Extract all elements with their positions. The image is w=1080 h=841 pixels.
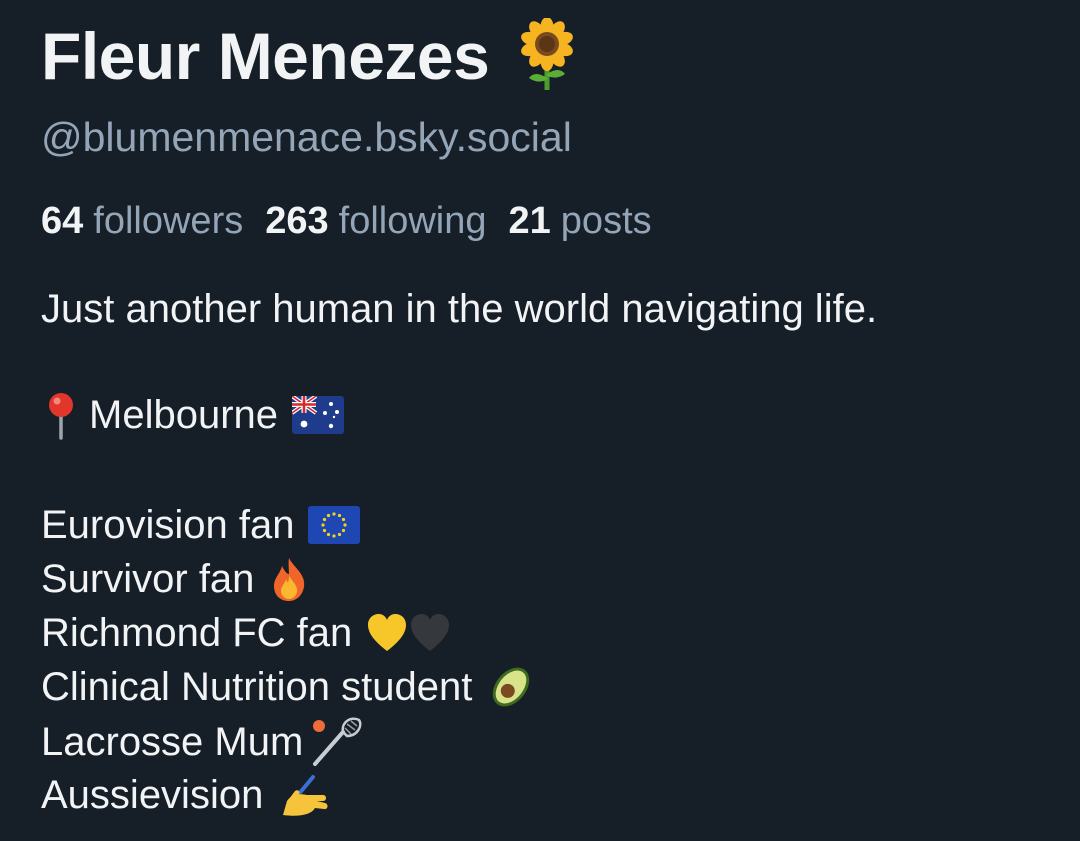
avocado-icon bbox=[486, 663, 536, 711]
round-pushpin-icon bbox=[41, 390, 81, 440]
interest-text: Lacrosse Mum bbox=[41, 720, 304, 764]
bio-interest-2: Survivor fan bbox=[41, 554, 310, 604]
eu-flag-icon bbox=[308, 506, 361, 544]
followers-label: followers bbox=[93, 200, 244, 242]
interest-text: Eurovision fan bbox=[41, 503, 295, 547]
display-name: Fleur Menezes bbox=[41, 19, 490, 93]
interest-text: Clinical Nutrition student bbox=[41, 665, 473, 709]
bio-interest-4: Clinical Nutrition student bbox=[41, 662, 536, 712]
followers-count: 64 bbox=[41, 200, 84, 242]
yellow-heart-black-heart-icon bbox=[366, 611, 452, 655]
australia-flag-icon bbox=[292, 396, 345, 434]
posts-stat: 21 posts bbox=[509, 196, 652, 246]
bio-interest-1: Eurovision fan bbox=[41, 500, 361, 550]
posts-count: 21 bbox=[508, 200, 551, 242]
lacrosse-icon bbox=[309, 716, 363, 768]
interest-text: Survivor fan bbox=[41, 557, 255, 601]
interest-text: Richmond FC fan bbox=[41, 611, 353, 655]
location-text: Melbourne bbox=[89, 393, 279, 437]
profile-header: Fleur Menezes @blumenmenace.bsky.social … bbox=[0, 0, 1080, 841]
following-count: 263 bbox=[265, 200, 329, 242]
profile-stats: 64 followers 263 following 21 posts bbox=[41, 196, 674, 246]
writing-hand-icon bbox=[277, 771, 331, 819]
bio-interest-3: Richmond FC fan bbox=[41, 608, 452, 658]
sunflower-icon bbox=[515, 16, 579, 95]
interest-text: Aussievision bbox=[41, 773, 264, 817]
fire-icon bbox=[268, 556, 310, 602]
bio-interest-6: Aussievision bbox=[41, 770, 331, 820]
posts-label: posts bbox=[560, 200, 652, 242]
bio-location: Melbourne bbox=[41, 390, 345, 440]
following-label: following bbox=[338, 200, 487, 242]
user-handle[interactable]: @blumenmenace.bsky.social bbox=[41, 112, 572, 162]
bio-interest-5: Lacrosse Mum bbox=[41, 716, 363, 768]
display-name-row: Fleur Menezes bbox=[41, 16, 579, 96]
bio-line-intro: Just another human in the world navigati… bbox=[41, 287, 878, 331]
following-stat[interactable]: 263 following bbox=[265, 196, 486, 246]
followers-stat[interactable]: 64 followers bbox=[41, 196, 243, 246]
